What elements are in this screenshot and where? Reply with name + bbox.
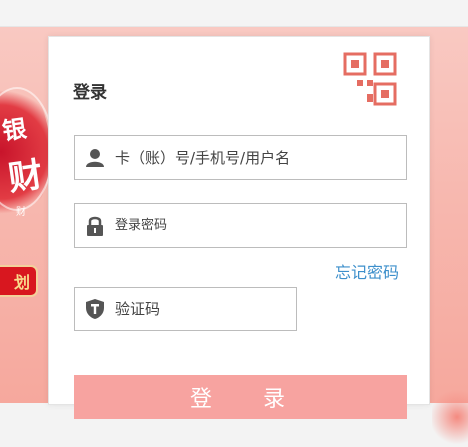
captcha-input[interactable] (115, 288, 285, 330)
qr-code-icon[interactable] (343, 50, 403, 110)
password-input[interactable] (115, 204, 395, 247)
shield-icon (83, 297, 107, 321)
banner-seal-top-text: 银 (0, 113, 29, 146)
browser-top-strip (0, 0, 468, 27)
account-field[interactable] (74, 135, 407, 180)
user-icon (83, 146, 107, 170)
banner-plan-badge: 划 (0, 265, 38, 297)
login-button[interactable]: 登 录 (74, 375, 407, 419)
banner-decoration (432, 387, 468, 447)
login-title: 登录 (73, 83, 107, 103)
forgot-password-link[interactable]: 忘记密码 (335, 259, 399, 283)
password-field[interactable] (74, 203, 407, 248)
captcha-field[interactable] (74, 287, 297, 331)
banner-seal-middle-text: 财 (5, 154, 46, 200)
lock-icon (83, 214, 107, 238)
banner-seal-small-text: 财 (16, 207, 26, 218)
login-card: 登录 卡（账）号/手机号/用户名 忘记密码 验证码 登 录 (48, 36, 430, 419)
account-input[interactable] (115, 136, 395, 179)
